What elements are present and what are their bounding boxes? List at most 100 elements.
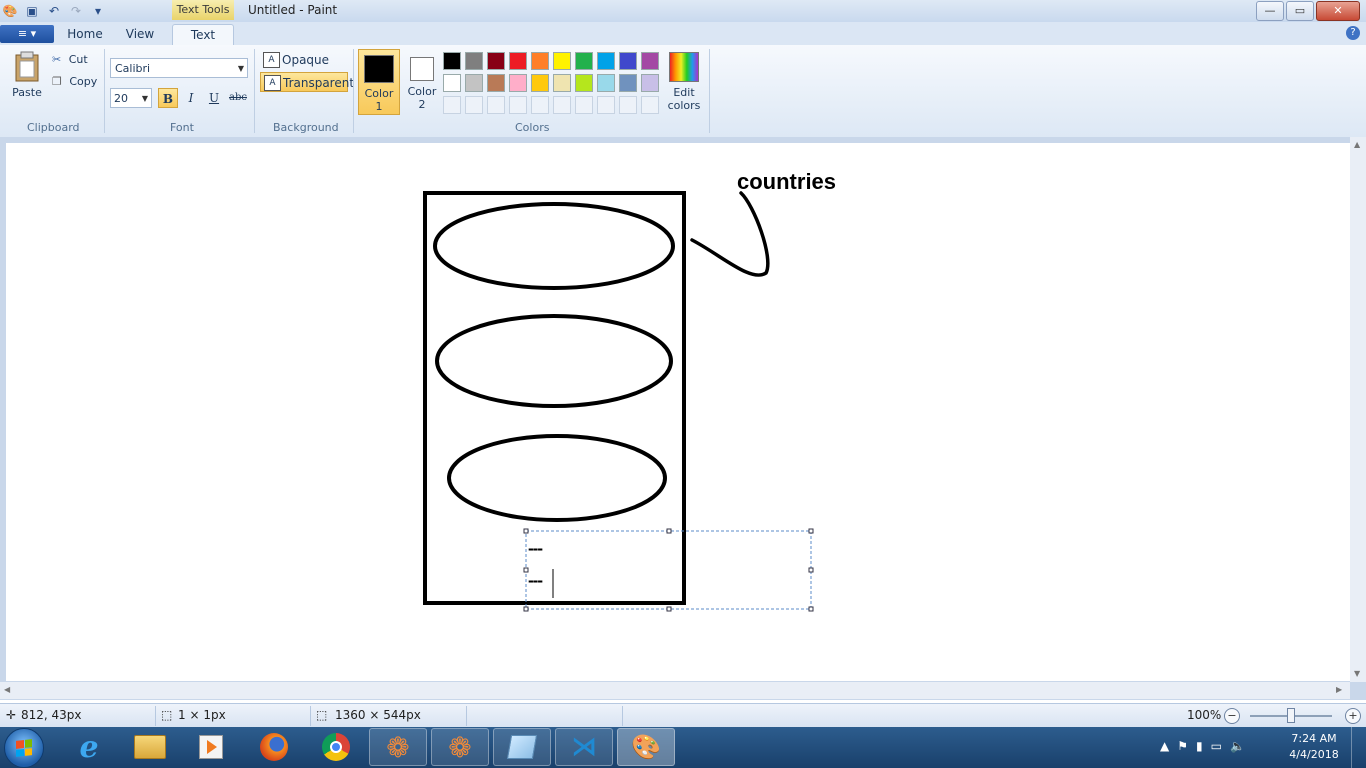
palette-empty-slot[interactable] xyxy=(509,96,527,114)
palette-swatch[interactable] xyxy=(553,74,571,92)
zoom-slider-thumb[interactable] xyxy=(1287,708,1295,723)
drawing-canvas[interactable]: countries --- --- xyxy=(6,143,1350,681)
scroll-down-icon[interactable]: ▼ xyxy=(1354,669,1360,678)
redo-icon[interactable]: ↷ xyxy=(68,3,84,19)
palette-empty-slot[interactable] xyxy=(553,96,571,114)
font-size-select[interactable]: 20 ▼ xyxy=(110,88,152,108)
undo-icon[interactable]: ↶ xyxy=(46,3,62,19)
color2-button[interactable]: Color 2 xyxy=(401,49,443,115)
taskbar-chrome[interactable] xyxy=(307,728,365,766)
tab-home[interactable]: Home xyxy=(60,24,110,45)
copy-label: Copy xyxy=(69,75,98,88)
palette-empty-slot[interactable] xyxy=(487,96,505,114)
clock[interactable]: 7:24 AM 4/4/2018 xyxy=(1284,731,1344,763)
scroll-up-icon[interactable]: ▲ xyxy=(1354,140,1360,149)
start-button[interactable] xyxy=(4,728,44,768)
taskbar-internet-explorer[interactable]: e xyxy=(60,728,118,766)
palette-empty-slot[interactable] xyxy=(465,96,483,114)
palette-swatch[interactable] xyxy=(443,52,461,70)
paint-app-icon[interactable]: 🎨 xyxy=(2,3,18,19)
color1-label-line2: 1 xyxy=(375,100,383,113)
palette-swatch[interactable] xyxy=(465,52,483,70)
transparent-button[interactable]: A Transparent xyxy=(260,72,354,92)
font-family-select[interactable]: Calibri ▼ xyxy=(110,58,248,78)
horizontal-scrollbar[interactable]: ◀ ▶ xyxy=(0,682,1350,699)
palette-swatch[interactable] xyxy=(465,74,483,92)
power-icon[interactable]: ▮ xyxy=(1196,739,1203,753)
file-menu-button[interactable]: ≡ ▾ xyxy=(0,25,54,43)
scroll-right-icon[interactable]: ▶ xyxy=(1336,685,1342,694)
title-bar: 🎨 ▣ ↶ ↷ ▾ Text Tools Untitled - Paint — … xyxy=(0,0,1366,22)
palette-empty-slot[interactable] xyxy=(443,96,461,114)
palette-swatch[interactable] xyxy=(531,74,549,92)
taskbar-file-explorer[interactable] xyxy=(121,728,179,766)
palette-swatch[interactable] xyxy=(487,74,505,92)
color1-button[interactable]: Color 1 xyxy=(358,49,400,115)
save-icon[interactable]: ▣ xyxy=(24,3,40,19)
palette-swatch[interactable] xyxy=(575,52,593,70)
palette-empty-slot[interactable] xyxy=(597,96,615,114)
palette-swatch[interactable] xyxy=(597,74,615,92)
vertical-scrollbar[interactable]: ▲ ▼ xyxy=(1350,137,1366,682)
chevron-down-icon[interactable]: ▾ xyxy=(90,3,106,19)
strikethrough-button[interactable]: abc xyxy=(228,88,248,108)
minimize-button[interactable]: — xyxy=(1256,1,1284,21)
maximize-button[interactable]: ▭ xyxy=(1286,1,1314,21)
volume-icon[interactable]: 🔈 xyxy=(1230,739,1245,753)
palette-empty-slot[interactable] xyxy=(575,96,593,114)
taskbar-notepad[interactable] xyxy=(493,728,551,766)
palette-empty-slot[interactable] xyxy=(641,96,659,114)
scroll-left-icon[interactable]: ◀ xyxy=(4,685,10,694)
resize-handle xyxy=(523,528,529,534)
transparent-label: Transparent xyxy=(283,76,355,90)
canvas-text-countries[interactable]: countries xyxy=(737,169,836,195)
italic-button[interactable]: I xyxy=(181,88,201,108)
action-center-icon[interactable]: ⚑ xyxy=(1177,739,1188,753)
palette-swatch[interactable] xyxy=(575,74,593,92)
drawn-curve xyxy=(690,191,770,277)
palette-swatch[interactable] xyxy=(443,74,461,92)
palette-empty-slot[interactable] xyxy=(531,96,549,114)
bold-button[interactable]: B xyxy=(158,88,178,108)
network-icon[interactable]: ▭ xyxy=(1211,739,1222,753)
palette-swatch[interactable] xyxy=(619,74,637,92)
palette-swatch[interactable] xyxy=(509,52,527,70)
cursor-position: 812, 43px xyxy=(21,708,82,722)
show-desktop-button[interactable] xyxy=(1351,727,1366,768)
tab-view[interactable]: View xyxy=(114,24,166,45)
palette-swatch[interactable] xyxy=(553,52,571,70)
font-size-value: 20 xyxy=(114,92,128,105)
palette-swatch[interactable] xyxy=(597,52,615,70)
taskbar-app-1[interactable]: ❁ xyxy=(369,728,427,766)
textbox-line-1[interactable]: --- xyxy=(528,539,543,559)
taskbar-firefox[interactable] xyxy=(245,728,303,766)
cut-button[interactable]: ✂ Cut xyxy=(52,53,88,66)
group-label-background: Background xyxy=(273,121,339,134)
palette-swatch[interactable] xyxy=(509,74,527,92)
palette-swatch[interactable] xyxy=(641,52,659,70)
taskbar-paint[interactable]: 🎨 xyxy=(617,728,675,766)
copy-button[interactable]: ❐ Copy xyxy=(52,75,97,88)
tab-text[interactable]: Text xyxy=(172,24,234,46)
zoom-out-button[interactable]: − xyxy=(1224,708,1240,724)
show-hidden-icons-icon[interactable]: ▲ xyxy=(1160,739,1169,753)
palette-empty-slot[interactable] xyxy=(619,96,637,114)
help-icon[interactable]: ? xyxy=(1346,26,1360,40)
textbox-line-2[interactable]: --- xyxy=(528,571,543,591)
edit-colors-button[interactable]: Edit colors xyxy=(666,49,702,112)
palette-swatch[interactable] xyxy=(641,74,659,92)
underline-button[interactable]: U xyxy=(204,88,224,108)
resize-handle xyxy=(808,567,814,573)
close-button[interactable]: ✕ xyxy=(1316,1,1360,21)
taskbar-media-player[interactable] xyxy=(182,728,240,766)
paste-button[interactable]: Paste xyxy=(8,51,46,99)
opaque-button[interactable]: A Opaque xyxy=(260,50,346,70)
zoom-in-button[interactable]: + xyxy=(1345,708,1361,724)
palette-swatch[interactable] xyxy=(487,52,505,70)
taskbar-vscode[interactable]: ⋊ xyxy=(555,728,613,766)
status-divider xyxy=(622,706,623,726)
folder-icon xyxy=(134,735,166,759)
palette-swatch[interactable] xyxy=(531,52,549,70)
taskbar-app-2[interactable]: ❁ xyxy=(431,728,489,766)
palette-swatch[interactable] xyxy=(619,52,637,70)
